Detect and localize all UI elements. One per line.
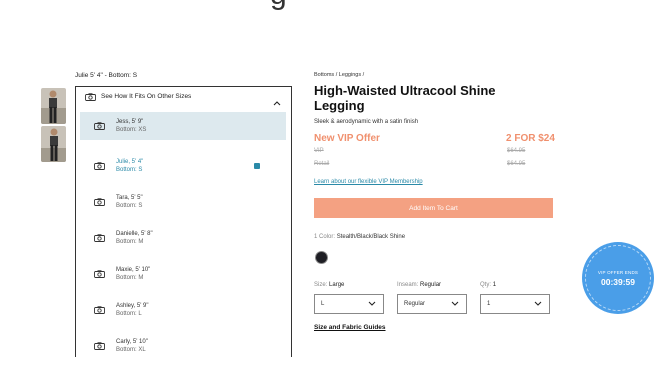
fit-caption: Julie 5' 4" - Bottom: S: [75, 72, 138, 79]
qty-option-label: Qty: 1: [480, 282, 496, 288]
model-name: Maxie, 5' 10": [116, 267, 151, 273]
model-name: Ashley, 5' 9": [116, 303, 149, 309]
inseam-label: Inseam:: [397, 282, 419, 288]
vip-membership-link[interactable]: Learn about our flexible VIP Membership: [314, 179, 423, 185]
fit-model-item-selected[interactable]: Julie, 5' 4" Bottom: S: [80, 148, 286, 184]
qty-select[interactable]: 1: [480, 294, 550, 314]
vip-price-label: VIP: [314, 148, 324, 154]
retail-price-label: Retail: [314, 161, 330, 167]
inseam-option-label: Inseam: Regular: [397, 282, 441, 288]
product-subtitle: Sleek & aerodynamic with a satin finish: [314, 119, 419, 125]
camera-icon: [85, 88, 96, 106]
model-bottom-size: Bottom: M: [116, 275, 144, 281]
fit-dropdown-panel: See How It Fits On Other Sizes Jess, 5' …: [75, 86, 292, 357]
model-name: Jess, 5' 9": [116, 119, 144, 125]
color-label: 1 Color:: [314, 234, 336, 240]
model-name: Carly, 5' 10": [116, 339, 148, 345]
qty-label: Qty:: [480, 282, 492, 288]
retail-price: $64.95: [507, 161, 526, 167]
fit-model-list: Jess, 5' 9" Bottom: XS Julie, 5' 4" Bottom…: [80, 112, 286, 357]
color-info: 1 Color: Stealth/Black/Black Shine: [314, 234, 405, 240]
camera-icon: [94, 193, 105, 211]
vip-offer-label: New VIP Offer: [314, 133, 380, 144]
fit-model-item[interactable]: Tara, 5' 5" Bottom: S: [80, 184, 286, 220]
header-fragment: g: [270, 0, 287, 12]
inseam-select-value: Regular: [404, 301, 426, 307]
qty-value: 1: [492, 282, 497, 288]
color-value: Stealth/Black/Black Shine: [336, 234, 406, 240]
vip-price: $64.95: [507, 148, 526, 154]
camera-icon: [94, 157, 105, 175]
vip-offer-value: 2 FOR $24: [506, 133, 555, 144]
model-name: Danielle, 5' 8": [116, 231, 153, 237]
inseam-select[interactable]: Regular: [397, 294, 467, 314]
fit-model-item[interactable]: Ashley, 5' 9" Bottom: L: [80, 292, 286, 328]
add-to-cart-button[interactable]: Add Item To Cart: [314, 198, 553, 218]
model-name: Julie, 5' 4": [116, 159, 144, 165]
camera-icon: [94, 301, 105, 319]
model-bottom-size: Bottom: S: [116, 167, 143, 173]
fit-model-item[interactable]: Carly, 5' 10" Bottom: XL: [80, 328, 286, 357]
size-option-label: Size: Large: [314, 282, 344, 288]
model-bottom-size: Bottom: XL: [116, 347, 146, 353]
fit-dropdown-toggle[interactable]: See How It Fits On Other Sizes: [76, 87, 291, 106]
fit-dropdown-label: See How It Fits On Other Sizes: [101, 93, 192, 100]
chevron-up-icon: [273, 93, 281, 111]
product-title: High-Waisted Ultracool Shine Legging: [314, 83, 496, 113]
size-select-value: L: [321, 301, 325, 307]
product-thumbnail-2[interactable]: [41, 126, 66, 162]
camera-icon: [94, 265, 105, 283]
camera-icon: [94, 117, 105, 135]
product-thumbnail-1[interactable]: [41, 88, 66, 124]
vip-badge-timer: 00:39:59: [600, 277, 636, 287]
size-label: Size:: [314, 282, 328, 288]
inseam-value: Regular: [420, 282, 442, 288]
size-fabric-guides-link[interactable]: Size and Fabric Guides: [314, 324, 386, 331]
model-bottom-size: Bottom: S: [116, 203, 143, 209]
camera-icon: [94, 229, 105, 247]
model-bottom-size: Bottom: M: [116, 239, 144, 245]
model-bottom-size: Bottom: L: [116, 311, 142, 317]
color-swatch[interactable]: [315, 251, 328, 264]
chevron-down-icon: [451, 301, 459, 308]
breadcrumb[interactable]: Bottoms / Leggings /: [314, 72, 364, 78]
camera-icon: [94, 337, 105, 355]
model-name: Tara, 5' 5": [116, 195, 143, 201]
checkbox-checked-icon[interactable]: [254, 163, 260, 169]
vip-offer-badge[interactable]: VIP OFFER ENDS 00:39:59: [582, 242, 654, 314]
fit-model-item[interactable]: Danielle, 5' 8" Bottom: M: [80, 220, 286, 256]
fit-model-item[interactable]: Maxie, 5' 10" Bottom: M: [80, 256, 286, 292]
qty-select-value: 1: [487, 301, 491, 307]
chevron-down-icon: [368, 301, 376, 308]
vip-badge-label: VIP OFFER ENDS: [597, 270, 639, 275]
size-select[interactable]: L: [314, 294, 384, 314]
fit-model-item[interactable]: Jess, 5' 9" Bottom: XS: [80, 112, 286, 140]
model-bottom-size: Bottom: XS: [116, 127, 147, 133]
chevron-down-icon: [534, 301, 542, 308]
size-value: Large: [329, 282, 345, 288]
